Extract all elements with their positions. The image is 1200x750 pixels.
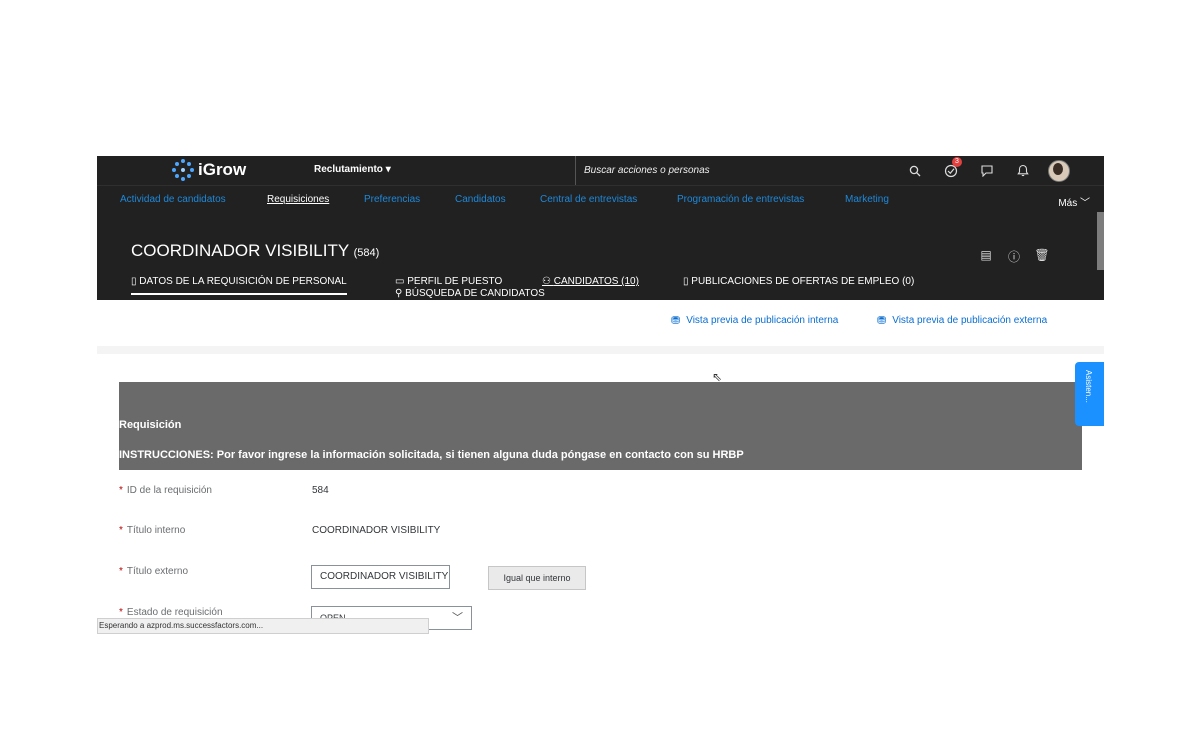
preview-internal-link[interactable]: ⛃ Vista previa de publicación interna (671, 314, 838, 327)
assistant-button[interactable]: Asisten... (1075, 362, 1104, 426)
feedback-icon[interactable] (969, 156, 1005, 185)
section-title: Requisición (119, 419, 182, 431)
preview-internal-label: Vista previa de publicación interna (686, 315, 839, 326)
print-icon[interactable]: ▤ (977, 248, 995, 265)
tab-label: BÚSQUEDA DE CANDIDATOS (405, 288, 545, 299)
preview-icon: ⛃ (671, 315, 681, 327)
nav-item-preferencias[interactable]: Preferencias (364, 194, 420, 205)
requisition-section-header: Requisición INSTRUCCIONES: Por favor ing… (119, 382, 1082, 470)
chevron-down-icon: ﹀ (1080, 198, 1090, 209)
requisition-count: (584) (353, 247, 380, 259)
requisition-title: COORDINADOR VISIBILITY (131, 241, 349, 260)
label-text: Título interno (126, 525, 186, 536)
search-icon: ⚲ (395, 288, 406, 299)
external-title-input[interactable]: COORDINADOR VISIBILITY (311, 565, 450, 589)
nav-item-marketing[interactable]: Marketing (845, 194, 889, 205)
search-icon[interactable] (897, 156, 933, 185)
object-header: COORDINADOR VISIBILITY (584) ▤ ⓘ 🗑 ▯ DAT… (97, 210, 1104, 300)
avatar (1048, 159, 1070, 182)
module-label: Reclutamiento (314, 164, 383, 175)
header-actions: ▤ ⓘ 🗑 (977, 248, 1051, 265)
tab-label: CANDIDATOS (10) (553, 276, 639, 287)
page-title: COORDINADOR VISIBILITY (584) (131, 241, 379, 261)
tab-busqueda-candidatos[interactable]: ⚲ BÚSQUEDA DE CANDIDATOS (395, 288, 545, 299)
label-text: Título externo (126, 566, 189, 577)
required-marker: * (119, 525, 123, 536)
search-input[interactable]: Buscar acciones o personas (575, 156, 893, 185)
required-marker: * (119, 485, 123, 496)
preview-external-label: Vista previa de publicación externa (892, 315, 1048, 326)
app-logo[interactable]: iGrow (172, 159, 246, 181)
top-nav: Actividad de candidatos Requisiciones Pr… (97, 185, 1104, 211)
required-marker: * (119, 607, 123, 618)
section-instructions: INSTRUCCIONES: Por favor ingrese la info… (119, 449, 744, 461)
same-as-internal-button[interactable]: Igual que interno (488, 566, 586, 590)
label-text: Estado de requisición (126, 607, 223, 618)
nav-item-candidatos[interactable]: Candidatos (455, 194, 506, 205)
logo-text: iGrow (198, 160, 247, 179)
nav-item-actividad-candidatos[interactable]: Actividad de candidatos (120, 194, 226, 205)
tab-label: PUBLICACIONES DE OFERTAS DE EMPLEO (0) (691, 276, 915, 287)
notification-badge: 3 (952, 157, 962, 167)
shell-actions: 3 (897, 156, 1077, 185)
user-avatar[interactable] (1041, 156, 1077, 185)
tab-perfil-puesto[interactable]: ▭ PERFIL DE PUESTO (395, 276, 502, 287)
internal-title-value: COORDINADOR VISIBILITY (312, 525, 441, 536)
assistant-label: Asisten... (1084, 370, 1093, 403)
divider (97, 346, 1104, 354)
todo-check-icon[interactable]: 3 (933, 156, 969, 185)
nav-item-requisiciones[interactable]: Requisiciones (267, 194, 329, 205)
shell-bar: iGrow Reclutamiento ▾ Buscar acciones o … (97, 156, 1104, 185)
nav-item-central-entrevistas[interactable]: Central de entrevistas (540, 194, 637, 205)
status-label: * Estado de requisición (119, 607, 223, 618)
chevron-down-icon: ﹀ (452, 612, 463, 624)
nav-item-programacion-entrevistas[interactable]: Programación de entrevistas (677, 194, 804, 205)
preview-icon: ⛃ (877, 315, 887, 327)
more-label: Más (1058, 198, 1078, 209)
tab-label: DATOS DE LA REQUISICIÓN DE PERSONAL (139, 276, 347, 287)
module-selector[interactable]: Reclutamiento ▾ (314, 164, 391, 175)
external-title-label: * Título externo (119, 566, 188, 577)
preview-external-link[interactable]: ⛃ Vista previa de publicación externa (877, 314, 1047, 327)
browser-status-bar: Esperando a azprod.ms.successfactors.com… (97, 618, 429, 634)
logo-icon (172, 159, 194, 181)
profile-icon: ▭ (395, 276, 408, 287)
required-marker: * (119, 566, 123, 577)
tab-label: PERFIL DE PUESTO (407, 276, 503, 287)
info-icon[interactable]: ⓘ (1005, 248, 1023, 265)
app-window: iGrow Reclutamiento ▾ Buscar acciones o … (97, 156, 1104, 634)
tab-candidatos[interactable]: ⚇ CANDIDATOS (10) (542, 276, 639, 287)
internal-title-label: * Título interno (119, 525, 185, 536)
scrollbar[interactable] (1097, 212, 1104, 270)
label-text: ID de la requisición (126, 485, 212, 496)
bell-icon[interactable] (1005, 156, 1041, 185)
req-id-label: * ID de la requisición (119, 485, 212, 496)
delete-icon[interactable]: 🗑 (1033, 248, 1051, 265)
candidates-icon: ⚇ (542, 276, 554, 287)
req-id-value: 584 (312, 485, 329, 496)
chevron-down-icon: ▾ (385, 164, 391, 175)
tab-publicaciones[interactable]: ▯ PUBLICACIONES DE OFERTAS DE EMPLEO (0) (683, 276, 914, 287)
tab-datos-requisicion[interactable]: ▯ DATOS DE LA REQUISICIÓN DE PERSONAL (131, 276, 347, 295)
more-menu[interactable]: Más ﹀ (1058, 194, 1090, 209)
